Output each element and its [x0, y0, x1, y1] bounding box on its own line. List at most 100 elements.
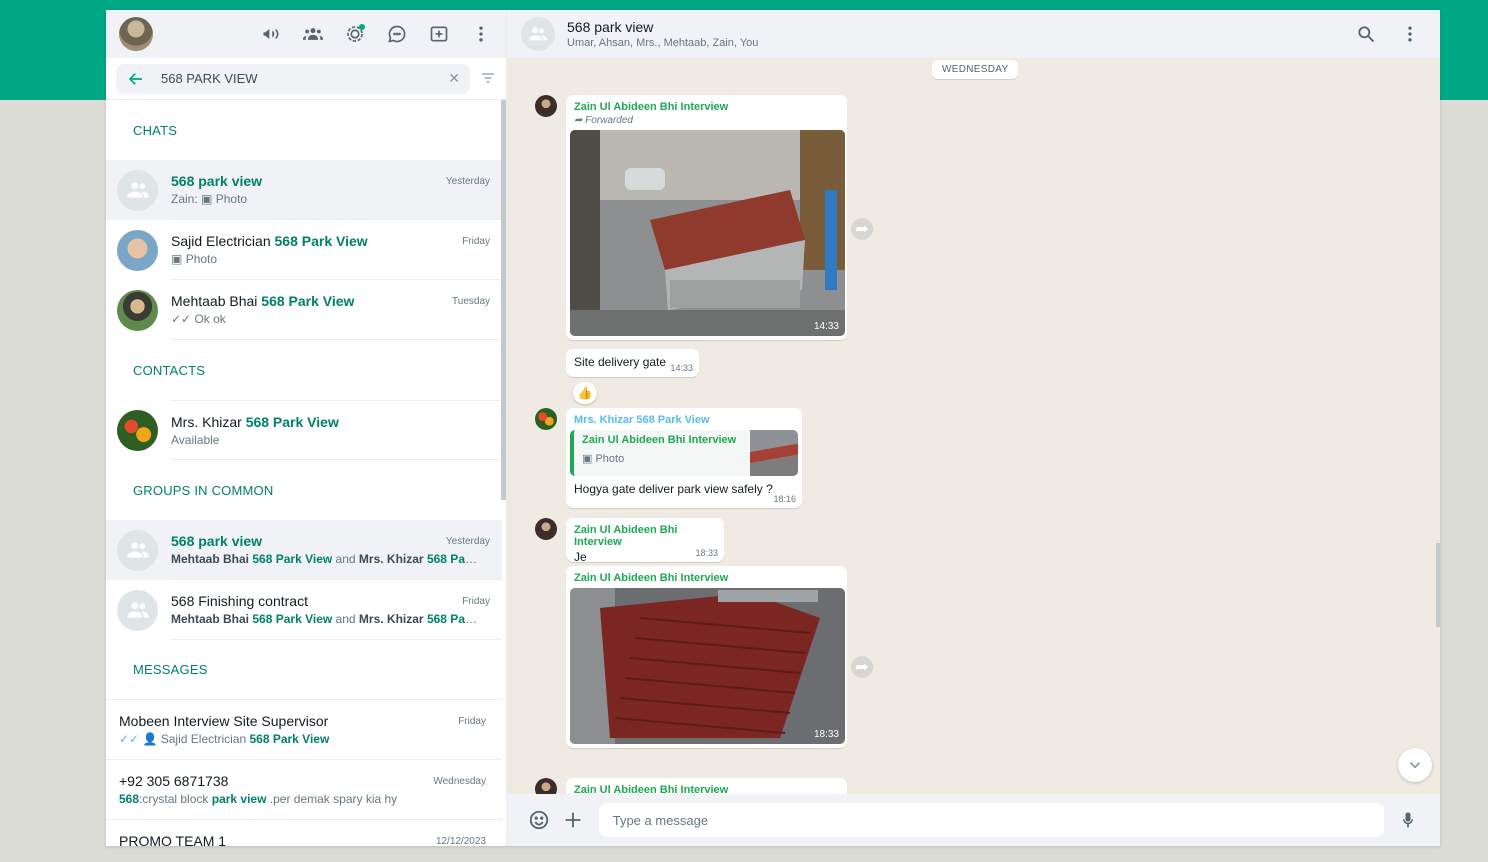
photo-time: 18:33: [813, 729, 839, 740]
contact-status: Available: [171, 432, 220, 447]
section-contacts-header: CONTACTS: [133, 362, 206, 378]
group-avatar: [117, 169, 158, 211]
member-highlight: 568 Park View: [252, 612, 333, 626]
forward-icon: ➦: [574, 115, 583, 126]
group-name: 568 park view: [171, 533, 263, 549]
forwarded-label: Forwarded: [585, 115, 633, 126]
contact-avatar: [117, 409, 158, 451]
member-join-text: and: [335, 612, 356, 626]
message-bubble[interactable]: Site delivery gate 14:33: [566, 349, 699, 377]
chevron-down-icon: [1409, 762, 1421, 769]
section-messages-header: MESSAGES: [106, 640, 502, 700]
status-unread-dot: [359, 24, 365, 30]
forward-icon[interactable]: ➦: [851, 218, 873, 240]
member-highlight: 568 Park ...: [426, 552, 481, 566]
mic-icon[interactable]: [1396, 808, 1420, 832]
composer: [507, 794, 1440, 846]
message-time: Friday: [458, 716, 486, 727]
group-avatar: [117, 529, 158, 571]
conversation-header[interactable]: 568 park view Umar, Ahsan, Mrs., Mehtaab…: [507, 10, 1440, 58]
attach-icon[interactable]: [561, 808, 585, 832]
message-bubble[interactable]: Zain Ul Abideen Bhi Interview: [566, 778, 847, 794]
scroll-to-bottom-button[interactable]: [1398, 748, 1432, 782]
search-row: ✕: [106, 58, 506, 100]
contact-avatar: [117, 229, 158, 271]
camera-icon: ▣: [171, 252, 183, 266]
message-bubble[interactable]: Zain Ul Abideen Bhi Interview ➦ Forwarde…: [566, 95, 847, 340]
camera-icon: ▣: [582, 453, 593, 465]
emoji-icon[interactable]: [527, 808, 551, 832]
message-preview-highlight: 568 Park View: [249, 732, 330, 746]
forward-icon[interactable]: ➦: [851, 656, 873, 678]
sidebar-header: [106, 10, 506, 58]
member-name: Mrs. Khizar: [358, 552, 424, 566]
sender-avatar[interactable]: [535, 518, 557, 540]
message-result-item[interactable]: Mobeen Interview Site Supervisor ✓✓ 👤 Sa…: [106, 700, 502, 760]
quoted-message[interactable]: Zain Ul Abideen Bhi Interview ▣ Photo: [570, 430, 798, 476]
message-input[interactable]: [598, 803, 1385, 837]
group-result-item[interactable]: 568 park view Mehtaab Bhai 568 Park View…: [106, 520, 502, 580]
conversation-scrollbar[interactable]: [1436, 543, 1440, 627]
close-icon[interactable]: ✕: [448, 70, 460, 87]
member-name: Mehtaab Bhai: [171, 612, 250, 626]
photo-gate: [570, 588, 845, 744]
community-icon[interactable]: [302, 23, 324, 45]
search-icon[interactable]: [1356, 24, 1376, 49]
member-highlight: 568 Park ...: [426, 612, 481, 626]
sidebar: ✕ CHATS 568 park view Zain: ▣ Photo Yest…: [106, 10, 507, 846]
my-avatar[interactable]: [119, 17, 153, 51]
group-result-item[interactable]: 568 Finishing contract Mehtaab Bhai 568 …: [106, 580, 502, 640]
chat-preview: Photo: [215, 192, 248, 206]
message-time: 18:16: [773, 494, 796, 504]
message-time: Wednesday: [433, 776, 486, 787]
menu-icon[interactable]: [1400, 24, 1420, 49]
message-result-item[interactable]: PROMO TEAM 1 12/12/2023: [106, 820, 502, 846]
back-icon[interactable]: [126, 69, 146, 89]
photo-attachment[interactable]: 14:33: [570, 130, 845, 336]
chat-result-item[interactable]: Sajid Electrician 568 Park View ▣ Photo …: [106, 220, 502, 280]
reaction[interactable]: 👍: [573, 382, 597, 404]
member-name: Mrs. Khizar: [358, 612, 424, 626]
message-result-item[interactable]: +92 305 6871738 568:crystal block park v…: [106, 760, 502, 820]
status-icon[interactable]: [344, 23, 366, 45]
contact-result-item[interactable]: Mrs. Khizar 568 Park View Available: [106, 400, 502, 460]
sender-avatar[interactable]: [535, 778, 557, 794]
chat-time: Yesterday: [445, 176, 490, 187]
group-avatar: [117, 589, 158, 631]
channels-icon[interactable]: [386, 23, 408, 45]
chat-result-item[interactable]: Mehtaab Bhai 568 Park View ✓✓ Ok ok Tues…: [106, 280, 502, 340]
message-highlight: 568: [119, 792, 140, 806]
message-sender: Zain Ul Abideen Bhi Interview: [574, 572, 729, 584]
search-input[interactable]: [161, 71, 411, 86]
conversation-title: 568 park view: [567, 19, 654, 35]
member-name: Mehtaab Bhai: [171, 552, 250, 566]
contact-name-highlight: 568 Park View: [245, 413, 339, 430]
sidebar-scrollbar[interactable]: [501, 100, 506, 500]
message-bubble[interactable]: Zain Ul Abideen Bhi Interview Je 18:33: [566, 518, 724, 564]
photo-time: 14:33: [813, 321, 839, 332]
section-chats-header: CHATS: [133, 122, 178, 138]
chat-result-item[interactable]: 568 park view Zain: ▣ Photo Yesterday: [106, 160, 502, 220]
filter-icon[interactable]: [480, 70, 498, 88]
chat-name-highlight: 568 Park View: [261, 293, 355, 309]
sender-avatar[interactable]: [535, 95, 557, 117]
message-text: .per demak spary kia hy: [269, 792, 398, 806]
section-groups-header: GROUPS IN COMMON: [133, 482, 274, 498]
contact-icon: 👤: [142, 732, 158, 746]
photo-gate-delivery: [570, 130, 845, 336]
message-highlight: park view: [211, 792, 267, 806]
member-highlight: 568 Park View: [252, 552, 333, 566]
chat-preview: Photo: [185, 252, 218, 266]
message-sender: Zain Ul Abideen Bhi Interview: [574, 524, 678, 548]
sender-avatar[interactable]: [535, 408, 557, 430]
communities-icon[interactable]: [260, 23, 282, 45]
photo-attachment[interactable]: 18:33: [570, 588, 845, 744]
new-chat-icon[interactable]: [428, 23, 450, 45]
chat-preview-sender: Zain:: [171, 192, 198, 206]
message-bubble[interactable]: Zain Ul Abideen Bhi Interview 18:33: [566, 566, 847, 748]
message-chat-title: Mobeen Interview Site Supervisor: [119, 713, 329, 729]
group-avatar[interactable]: [521, 17, 555, 51]
menu-icon[interactable]: [470, 23, 492, 45]
contact-name-prefix: Mrs. Khizar: [171, 413, 242, 430]
message-bubble[interactable]: Mrs. Khizar 568 Park View Zain Ul Abidee…: [566, 408, 802, 508]
